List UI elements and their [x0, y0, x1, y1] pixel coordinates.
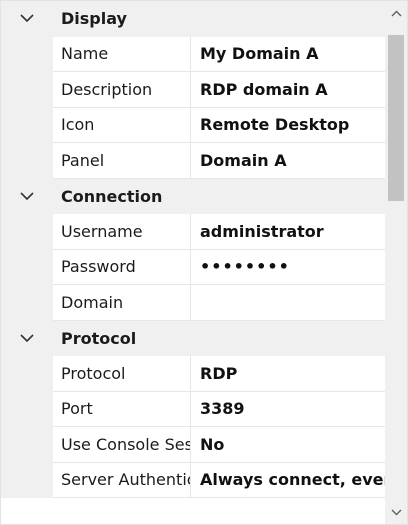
property-grid-panel: Display Name My Domain A Description RDP… — [0, 0, 408, 525]
property-name: Description — [53, 72, 191, 108]
property-value[interactable]: administrator — [191, 214, 385, 250]
property-value[interactable]: Remote Desktop — [191, 108, 385, 143]
category-label: Display — [61, 9, 127, 29]
property-value[interactable]: Domain A — [191, 143, 385, 179]
property-name: Panel — [53, 143, 191, 179]
category-protocol[interactable]: Protocol — [1, 320, 385, 357]
property-row-domain[interactable]: Domain — [1, 285, 385, 321]
category-connection[interactable]: Connection — [1, 178, 385, 215]
scrollbar-thumb[interactable] — [388, 35, 404, 201]
property-row-port[interactable]: Port 3389 — [1, 391, 385, 427]
chevron-up-icon[interactable] — [385, 1, 407, 25]
property-row-password[interactable]: Password •••••••• — [1, 249, 385, 285]
property-value[interactable]: RDP — [191, 356, 385, 392]
property-name: Username — [53, 214, 191, 250]
property-name: Protocol — [53, 356, 191, 392]
property-value[interactable]: My Domain A — [191, 37, 385, 72]
chevron-down-icon[interactable] — [1, 321, 53, 357]
property-name: Name — [53, 36, 191, 72]
property-row-server-authentication[interactable]: Server Authentication Always connect, ev… — [1, 462, 385, 498]
property-name: Icon — [53, 107, 191, 143]
property-row-use-console-session[interactable]: Use Console Session No — [1, 427, 385, 463]
property-name: Use Console Session — [53, 427, 191, 463]
property-row-protocol[interactable]: Protocol RDP — [1, 356, 385, 392]
password-value[interactable]: •••••••• — [191, 250, 385, 285]
property-name: Password — [53, 249, 191, 285]
property-value[interactable]: No — [191, 427, 385, 463]
category-label: Protocol — [61, 328, 137, 348]
chevron-down-icon[interactable] — [385, 500, 407, 524]
property-value[interactable]: Always connect, even if authentication f… — [191, 463, 385, 498]
vertical-scrollbar[interactable] — [385, 1, 407, 524]
property-name: Server Authentication — [53, 462, 191, 498]
category-label: Connection — [61, 186, 163, 206]
property-row-icon[interactable]: Icon Remote Desktop — [1, 107, 385, 143]
property-grid: Display Name My Domain A Description RDP… — [1, 1, 385, 524]
property-row-username[interactable]: Username administrator — [1, 214, 385, 250]
property-row-panel[interactable]: Panel Domain A — [1, 143, 385, 179]
chevron-down-icon[interactable] — [1, 1, 53, 37]
property-name: Port — [53, 391, 191, 427]
property-value[interactable]: RDP domain A — [191, 72, 385, 108]
property-value[interactable]: 3389 — [191, 392, 385, 427]
property-value[interactable] — [191, 285, 385, 321]
category-display[interactable]: Display — [1, 1, 385, 37]
chevron-down-icon[interactable] — [1, 179, 53, 215]
property-row-description[interactable]: Description RDP domain A — [1, 72, 385, 108]
property-row-name[interactable]: Name My Domain A — [1, 36, 385, 72]
property-name: Domain — [53, 285, 191, 321]
